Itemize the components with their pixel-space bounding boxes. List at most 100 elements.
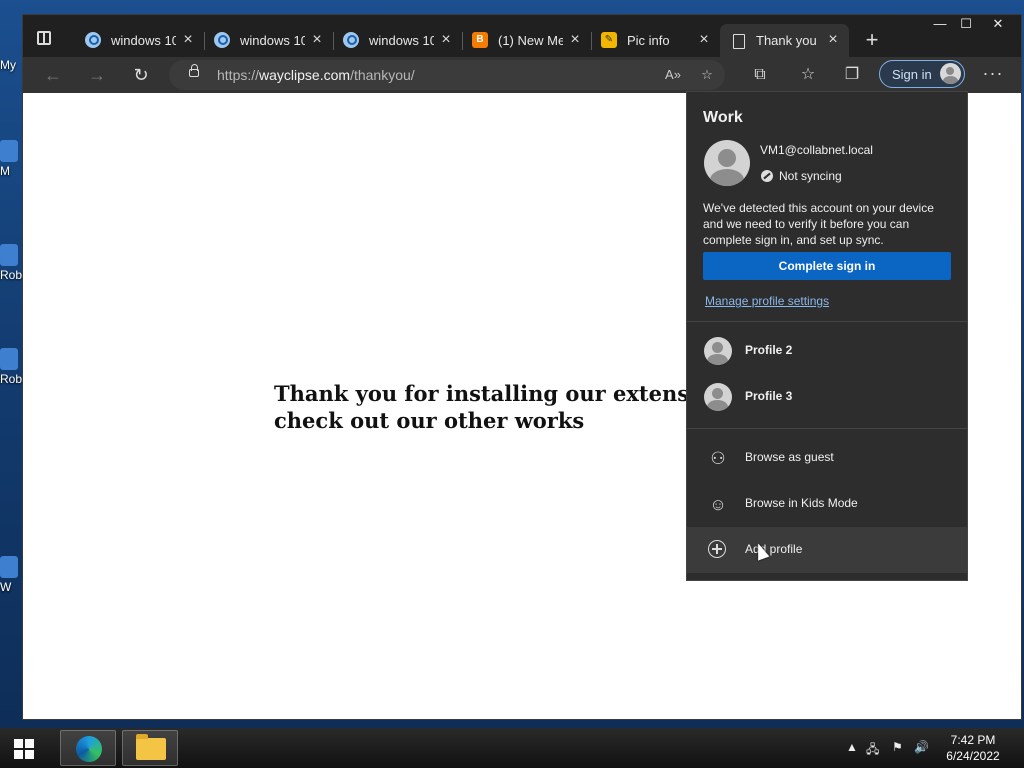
desktop-icon-m[interactable]: M [0, 140, 22, 178]
pic-info-favicon-icon: ✎ [601, 32, 617, 48]
taskbar-edge[interactable] [60, 730, 116, 766]
more-options-icon[interactable]: ··· [981, 64, 1005, 86]
folder-icon [136, 734, 166, 760]
guest-label: Browse as guest [745, 450, 834, 464]
desktop-icon-rob-1[interactable]: Rob [0, 244, 22, 282]
divider [687, 321, 967, 322]
maximize-button[interactable]: ☐ [951, 15, 981, 33]
tab-label: Thank you [756, 33, 817, 48]
new-tab-button[interactable]: + [861, 28, 883, 52]
tab-label: (1) New Me [498, 33, 563, 48]
app-icon [0, 348, 18, 370]
guest-icon: ⚇ [710, 449, 726, 468]
tab-label: Pic info [627, 33, 670, 48]
clock-date: 6/24/2022 [946, 749, 1000, 763]
avatar [704, 383, 732, 411]
tab-windows-10-2[interactable]: windows 10 × [204, 24, 333, 57]
url-path: /thankyou/ [350, 67, 415, 83]
windows-logo-icon [14, 750, 23, 759]
add-profile-item[interactable]: Add profile [687, 527, 967, 573]
app-icon [0, 140, 18, 162]
verify-message: We've detected this account on your devi… [703, 201, 934, 247]
page-favicon-icon [733, 34, 745, 49]
volume-icon[interactable]: 🔊 [914, 740, 929, 754]
desktop-icon-label: My [0, 58, 16, 72]
title-bar: windows 10 × windows 10 × windows 10 × B… [23, 15, 1021, 59]
windows-logo-icon [25, 750, 34, 759]
url-scheme: https:// [217, 67, 260, 83]
tab-label: windows 10 [369, 33, 434, 48]
search-favicon-icon [343, 32, 359, 48]
windows-logo-icon [14, 739, 23, 748]
profile-email: VM1@collabnet.local [760, 143, 873, 157]
close-icon[interactable]: × [438, 32, 454, 48]
kids-mode-label: Browse in Kids Mode [745, 496, 858, 510]
close-icon[interactable]: × [825, 32, 841, 48]
desktop-icon-label: Rob [0, 372, 23, 386]
sync-status: Not syncing [779, 169, 842, 183]
clock-time: 7:42 PM [950, 733, 996, 747]
close-icon[interactable]: × [696, 32, 712, 48]
add-favorite-icon[interactable]: ☆ [697, 65, 717, 85]
tab-pic-info[interactable]: ✎ Pic info × [591, 24, 720, 57]
refresh-button[interactable]: ↻ [129, 64, 153, 86]
profile-title: Work [703, 109, 743, 126]
browse-as-guest-item[interactable]: ⚇ Browse as guest [687, 435, 967, 481]
app-icon [0, 556, 18, 578]
tab-actions-icon[interactable] [37, 31, 51, 45]
app-icon [0, 244, 18, 266]
divider [687, 428, 967, 429]
signin-label: Sign in [892, 67, 932, 82]
system-clock[interactable]: 7:42 PM 6/24/2022 [938, 732, 1008, 764]
taskbar-file-explorer[interactable] [122, 730, 178, 766]
close-icon[interactable]: × [567, 32, 583, 48]
desktop-icon-my-computer[interactable]: My [0, 58, 22, 72]
search-favicon-icon [214, 32, 230, 48]
avatar [704, 337, 732, 365]
kids-mode-icon: ☺ [709, 495, 727, 514]
profile-label: Profile 3 [745, 389, 793, 403]
close-icon[interactable]: × [180, 32, 196, 48]
profile-label: Profile 2 [745, 343, 793, 357]
search-favicon-icon [85, 32, 101, 48]
start-button[interactable] [14, 739, 34, 759]
extensions-icon[interactable]: ⧉ [749, 64, 771, 86]
manage-profile-settings-link[interactable]: Manage profile settings [705, 294, 829, 308]
tab-label: windows 10 [240, 33, 305, 48]
address-bar[interactable]: https://wayclipse.com/thankyou/ A» ☆ [169, 60, 725, 90]
read-aloud-icon[interactable]: A» [663, 65, 683, 85]
tab-label: windows 10 [111, 33, 176, 48]
profile-item-profile-3[interactable]: Profile 3 [687, 374, 967, 420]
desktop-icon-label: M [0, 164, 10, 178]
avatar-icon [940, 63, 961, 84]
tab-windows-10-1[interactable]: windows 10 × [75, 24, 204, 57]
collections-icon[interactable]: ❐ [841, 64, 863, 86]
forward-button[interactable]: → [85, 64, 109, 86]
desktop-icon-rob-2[interactable]: Rob [0, 348, 22, 386]
close-icon[interactable]: × [309, 32, 325, 48]
network-icon[interactable]: 🖧 [866, 740, 879, 761]
tab-thank-you[interactable]: Thank you × [720, 24, 849, 57]
tab-windows-10-3[interactable]: windows 10 × [333, 24, 462, 57]
desktop-icon-label: Rob [0, 268, 23, 282]
profile-avatar [704, 140, 750, 186]
action-center-icon[interactable]: ⚑ [892, 740, 903, 754]
lock-icon[interactable] [189, 64, 199, 77]
taskbar: ▲ 🖧 ⚑ 🔊 7:42 PM 6/24/2022 [0, 728, 1024, 768]
profile-item-profile-2[interactable]: Profile 2 [687, 328, 967, 374]
back-button[interactable]: ← [41, 64, 65, 86]
favorites-icon[interactable]: ☆ [797, 64, 819, 86]
tab-new-message[interactable]: B (1) New Me × [462, 24, 591, 57]
desktop-icon-w[interactable]: W [0, 556, 22, 594]
url-text[interactable]: https://wayclipse.com/thankyou/ [217, 67, 415, 83]
sync-off-icon [761, 170, 773, 182]
show-hidden-icons-icon[interactable]: ▲ [846, 740, 858, 754]
browse-kids-mode-item[interactable]: ☺ Browse in Kids Mode [687, 481, 967, 527]
blogger-favicon-icon: B [472, 32, 488, 48]
profile-signin-button[interactable]: Sign in [879, 60, 965, 88]
complete-sign-in-button[interactable]: Complete sign in [703, 252, 951, 280]
tab-strip: windows 10 × windows 10 × windows 10 × B… [75, 24, 849, 57]
profile-flyout: Work VM1@collabnet.local Not syncing We'… [686, 91, 968, 581]
url-domain: wayclipse.com [259, 67, 351, 83]
close-window-button[interactable]: ✕ [983, 15, 1013, 33]
